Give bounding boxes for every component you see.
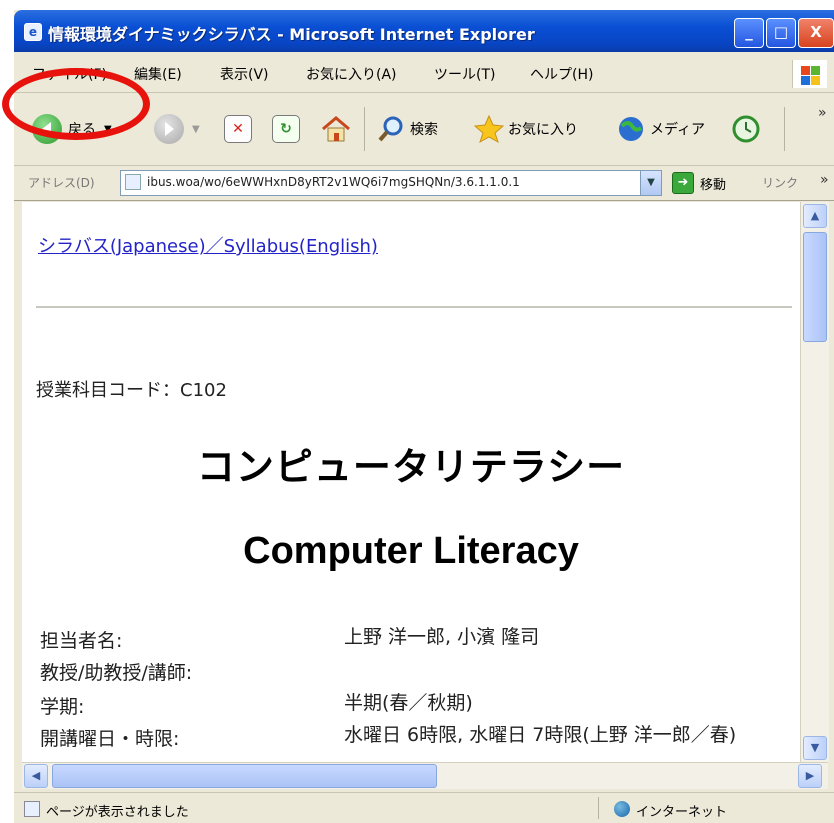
stop-icon: ✕: [224, 115, 252, 143]
favorites-button[interactable]: お気に入り: [474, 111, 578, 147]
menu-help[interactable]: ヘルプ(H): [530, 64, 593, 84]
page-status-icon: [24, 801, 40, 817]
toolbar-separator: [784, 107, 785, 151]
security-zone-text: インターネット: [636, 805, 728, 820]
info-value-schedule: 水曜日 6時限, 水曜日 7時限(上野 洋一郎／春): [344, 724, 737, 746]
media-button[interactable]: メディア: [616, 111, 705, 147]
info-value-instructor: 上野 洋一郎, 小濱 隆司: [344, 626, 540, 648]
refresh-icon: ↻: [272, 115, 300, 143]
forward-dropdown-icon[interactable]: ▼: [192, 124, 200, 135]
back-button[interactable]: 戻る ▼: [32, 111, 112, 147]
refresh-button[interactable]: ↻: [272, 111, 300, 147]
page-content: シラバス(Japanese)／Syllabus(English) 授業科目コード…: [22, 202, 800, 762]
back-label: 戻る: [68, 122, 96, 138]
links-label[interactable]: リンク: [762, 174, 798, 191]
close-button[interactable]: X: [798, 18, 834, 48]
course-title-japanese: コンピュータリテラシー: [196, 445, 626, 489]
internet-zone-icon: [614, 801, 630, 817]
address-dropdown-icon[interactable]: ▼: [640, 171, 661, 195]
search-icon: [378, 116, 403, 142]
toolbar: 戻る ▼ ▼ ✕ ↻ 検索 お気に入り メディア »: [14, 93, 834, 166]
go-arrow-icon[interactable]: ➜: [672, 172, 694, 194]
back-arrow-icon: [32, 114, 62, 144]
address-bar: アドレス(D) ibus.woa/wo/6eWWHxnD8yRT2v1WQ6i7…: [14, 166, 834, 201]
star-icon: [474, 114, 504, 144]
scroll-down-icon[interactable]: ▼: [803, 736, 827, 760]
page-icon: [125, 174, 141, 190]
status-bar: ページが表示されました インターネット: [14, 792, 834, 823]
course-code: 授業科目コード：C102: [36, 380, 227, 401]
horizontal-scroll-thumb[interactable]: [52, 764, 437, 788]
scroll-right-icon[interactable]: ▶: [798, 764, 822, 788]
stop-button[interactable]: ✕: [224, 111, 252, 147]
ie-page-icon: e: [24, 23, 42, 41]
info-label-term: 学期:: [40, 696, 85, 718]
search-button[interactable]: 検索: [376, 111, 438, 147]
scroll-up-icon[interactable]: ▲: [803, 204, 827, 228]
menu-edit[interactable]: 編集(E): [134, 64, 182, 84]
go-button[interactable]: 移動: [700, 174, 726, 193]
back-dropdown-icon[interactable]: ▼: [104, 124, 112, 135]
history-icon: [732, 115, 760, 143]
horizontal-scrollbar[interactable]: ◀ ▶: [22, 762, 828, 789]
address-url: ibus.woa/wo/6eWWHxnD8yRT2v1WQ6i7mgSHQNn/…: [147, 175, 520, 189]
toolbar-separator: [364, 107, 365, 151]
links-more-chevron[interactable]: »: [820, 172, 829, 188]
media-label: メディア: [650, 122, 706, 138]
info-label-instructor: 担当者名:: [40, 630, 123, 652]
info-label-schedule: 開講曜日・時限:: [40, 728, 180, 750]
search-label: 検索: [410, 122, 438, 138]
windows-logo-icon: [792, 60, 827, 88]
favorites-label: お気に入り: [508, 122, 578, 138]
status-text: ページが表示されました: [46, 805, 189, 820]
address-input[interactable]: ibus.woa/wo/6eWWHxnD8yRT2v1WQ6i7mgSHQNn/…: [120, 170, 662, 196]
vertical-scrollbar[interactable]: ▲ ▼: [800, 202, 829, 762]
info-value-term: 半期(春／秋期): [344, 692, 473, 714]
course-title-english: Computer Literacy: [243, 530, 579, 572]
menu-bar: ファイル(F) 編集(E) 表示(V) お気に入り(A) ツール(T) ヘルプ(…: [14, 54, 834, 93]
window-title: 情報環境ダイナミックシラバス - Microsoft Internet Expl…: [48, 25, 535, 44]
status-separator: [598, 797, 599, 819]
maximize-button[interactable]: □: [766, 18, 796, 48]
media-globe-icon: [619, 117, 643, 141]
horizontal-rule: [36, 306, 792, 308]
info-label-position: 教授/助教授/講師:: [40, 662, 193, 684]
scroll-left-icon[interactable]: ◀: [24, 764, 48, 788]
menu-file[interactable]: ファイル(F): [32, 64, 107, 84]
home-button[interactable]: [320, 111, 352, 147]
syllabus-language-link[interactable]: シラバス(Japanese)／Syllabus(English): [38, 232, 378, 258]
history-button[interactable]: [730, 111, 762, 147]
minimize-button[interactable]: _: [734, 18, 764, 48]
forward-button[interactable]: ▼: [154, 111, 200, 147]
title-bar[interactable]: e 情報環境ダイナミックシラバス - Microsoft Internet Ex…: [14, 10, 834, 52]
menu-tools[interactable]: ツール(T): [434, 64, 495, 84]
menu-view[interactable]: 表示(V): [220, 64, 269, 84]
toolbar-more-chevron[interactable]: »: [818, 105, 827, 121]
address-label: アドレス(D): [28, 176, 95, 190]
menu-favorites[interactable]: お気に入り(A): [306, 64, 397, 84]
browser-window: e 情報環境ダイナミックシラバス - Microsoft Internet Ex…: [14, 10, 834, 823]
forward-arrow-icon: [154, 114, 184, 144]
vertical-scroll-thumb[interactable]: [803, 232, 827, 342]
home-icon: [322, 116, 350, 142]
